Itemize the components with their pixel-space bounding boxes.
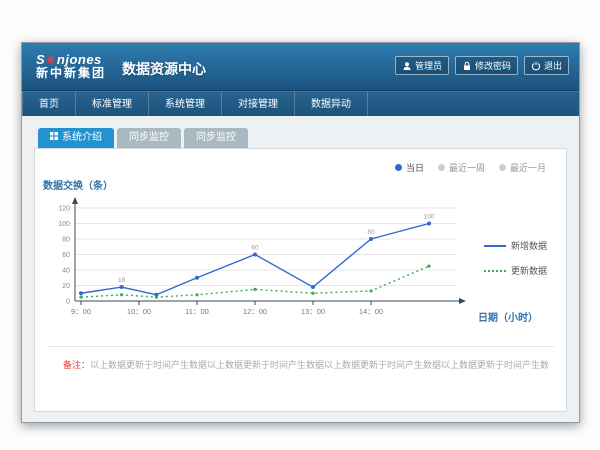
legend-dot-last-week [438,164,445,171]
data-point [195,293,198,296]
logo-text-right: njones [57,52,102,67]
y-tick-label: 120 [58,206,70,213]
x-tick-label: 10：00 [127,307,151,316]
nav-item-standard-mgmt[interactable]: 标准管理 [76,92,149,117]
nav-item-interface-mgmt[interactable]: 对接管理 [222,92,295,117]
x-axis-label: 日期（小时） [478,309,538,324]
y-axis-title: 数据交换（条） [43,177,113,192]
data-point [369,289,372,292]
data-point [120,285,124,289]
series-line [81,224,429,295]
data-point [427,265,430,268]
data-point [120,293,123,296]
data-point [253,253,257,257]
legend-item-last-month[interactable]: 最近一月 [499,161,546,174]
tab-sync-monitor-2[interactable]: 同步监控 [184,128,248,148]
x-tick-label: 9：00 [71,307,91,316]
series-legend-new-data[interactable]: 新增数据 [484,239,558,252]
legend-label-last-month: 最近一月 [510,161,546,174]
logout-button-label: 退出 [544,59,562,72]
series-legend-new-data-label: 新增数据 [511,239,547,252]
legend-item-last-week[interactable]: 最近一周 [438,161,485,174]
content-area: 系统介绍 同步监控 同步监控 当日 最近一周 最近一月 数据交换 [22,116,579,422]
x-tick-label: 13：00 [301,307,325,316]
note-divider [47,346,554,347]
line-chart: 0 20 40 60 80 100 120 9：00 10：00 11：00 12：00 13：00 1… [45,195,495,319]
series-legend-update-data[interactable]: 更新数据 [484,264,558,277]
legend-item-today[interactable]: 当日 [395,161,424,174]
tab-sync-monitor-1[interactable]: 同步监控 [117,128,181,148]
data-point [311,292,314,295]
y-tick-label: 80 [62,237,70,244]
point-label: 80 [367,229,375,236]
point-label: 100 [424,214,435,221]
footnote: 备注：以上数据更新于时间产生数据以上数据更新于时间产生数据以上数据更新于时间产生… [63,358,548,371]
admin-button[interactable]: 管理员 [395,56,449,75]
data-point [155,296,158,299]
data-point [311,285,315,289]
footnote-prefix: 备注： [63,360,90,370]
y-axis-arrow [72,197,78,204]
tab-system-intro-label: 系统介绍 [62,128,102,148]
y-tick-label: 20 [62,283,70,290]
tab-system-intro[interactable]: 系统介绍 [38,128,114,148]
series-legend-update-data-label: 更新数据 [511,264,547,277]
footnote-text: 以上数据更新于时间产生数据以上数据更新于时间产生数据以上数据更新于时间产生数据以… [90,360,548,370]
logo: S✳njones 新中新集团 [36,53,106,80]
series-legend: 新增数据 更新数据 [484,239,558,289]
nav-item-home[interactable]: 首页 [22,92,76,117]
admin-button-label: 管理员 [415,59,442,72]
logo-subtitle: 新中新集团 [36,67,106,80]
change-password-button-label: 修改密码 [475,59,511,72]
legend-label-last-week: 最近一周 [449,161,485,174]
legend-label-today: 当日 [406,161,424,174]
x-tick-label: 11：00 [185,307,209,316]
lock-icon [462,61,472,71]
series-line [81,266,429,297]
period-legend: 当日 最近一周 最近一月 [395,161,546,174]
chart-panel: 当日 最近一周 最近一月 数据交换（条） 0 20 40 60 80 100 120 9：00… [34,148,567,412]
change-password-button[interactable]: 修改密码 [455,56,518,75]
data-point [195,276,199,280]
point-label: 60 [251,245,259,252]
legend-dot-today [395,164,402,171]
solid-line-sample [484,245,506,247]
nav-item-data-change[interactable]: 数据异动 [295,92,368,117]
y-tick-label: 40 [62,268,70,275]
y-tick-label: 0 [66,299,70,306]
x-tick-label: 14：00 [359,307,383,316]
y-tick-label: 100 [58,221,70,228]
data-point [79,291,83,295]
data-point [253,288,256,291]
header: S✳njones 新中新集团 数据资源中心 管理员 修改密码 退出 [22,43,579,91]
nav-item-system-mgmt[interactable]: 系统管理 [149,92,222,117]
logout-button[interactable]: 退出 [524,56,569,75]
header-actions: 管理员 修改密码 退出 [395,56,569,75]
data-point [369,237,373,241]
data-point [79,296,82,299]
y-tick-label: 60 [62,252,70,259]
grid-icon [50,128,58,148]
app-window: S✳njones 新中新集团 数据资源中心 管理员 修改密码 退出 首页 标准管… [21,42,580,423]
dotted-line-sample [484,270,506,272]
point-label: 18 [118,277,126,284]
user-icon [402,61,412,71]
data-point [427,222,431,226]
logo-star-icon: ✳ [45,55,57,67]
logo-text-left: S [36,52,45,67]
power-icon [531,61,541,71]
logo-wordmark: S✳njones [36,53,106,67]
legend-dot-last-month [499,164,506,171]
x-tick-label: 12：00 [243,307,267,316]
tab-bar: 系统介绍 同步监控 同步监控 [38,126,567,148]
app-title: 数据资源中心 [122,59,206,79]
main-nav: 首页 标准管理 系统管理 对接管理 数据异动 [22,91,579,117]
x-axis-arrow [459,298,466,304]
